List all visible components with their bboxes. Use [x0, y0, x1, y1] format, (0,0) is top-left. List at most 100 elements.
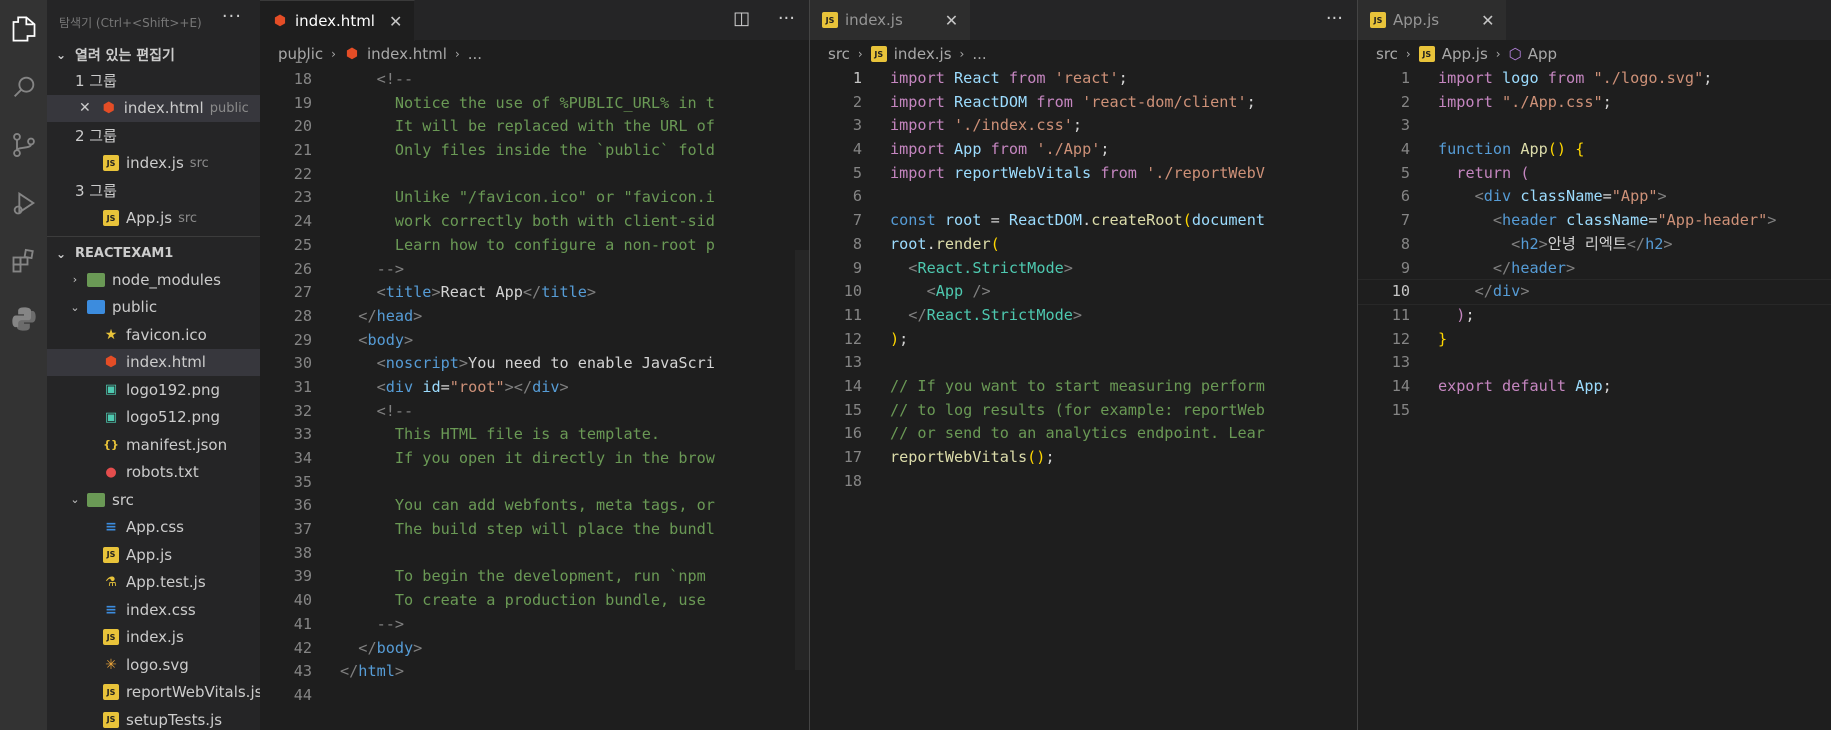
- tree-file[interactable]: ✳ logo.svg: [47, 651, 260, 679]
- js-file-icon: JS: [103, 684, 119, 701]
- tree-file[interactable]: ▣ logo512.png: [47, 404, 260, 432]
- tab-bar: JS index.js ✕ ···: [810, 0, 1357, 40]
- html-file-icon: ⬢: [104, 354, 118, 371]
- editor-group-2: JS index.js ✕ ··· src › JS index.js › ... …: [810, 0, 1357, 730]
- css-file-icon: ≡: [105, 519, 117, 536]
- tree-file[interactable]: ● robots.txt: [47, 459, 260, 487]
- chevron-down-icon: ⌄: [55, 47, 67, 62]
- component-icon: ⬡: [1508, 45, 1522, 63]
- close-icon[interactable]: ✕: [389, 12, 402, 31]
- tree-file[interactable]: ⬢ index.html: [47, 348, 260, 376]
- open-editor-item[interactable]: ✕ ⬢ index.html public: [47, 94, 260, 122]
- editor-group-1: ⬢ index.html ✕ ◫ ··· public › ⬢ index.htm…: [260, 0, 809, 730]
- js-file-icon: JS: [103, 210, 119, 227]
- more-actions-icon[interactable]: ···: [1326, 8, 1343, 29]
- open-editor-hint: public: [209, 100, 249, 116]
- image-icon: ▣: [104, 409, 118, 425]
- open-editor-hint: src: [189, 155, 209, 171]
- tree-file[interactable]: JS setupTests.js: [47, 706, 260, 730]
- open-editor-file: App.js: [126, 209, 173, 228]
- explorer-tooltip: 탐색기 (Ctrl+<Shift>+E): [59, 16, 202, 30]
- run-debug-icon[interactable]: [0, 174, 47, 232]
- tree-file[interactable]: ≡ index.css: [47, 596, 260, 624]
- js-file-icon: JS: [870, 46, 887, 62]
- tree-folder[interactable]: › node_modules: [47, 266, 260, 294]
- js-file-icon: JS: [1370, 12, 1386, 28]
- tab-app-js[interactable]: JS App.js ✕: [1358, 0, 1508, 40]
- split-editor-icon[interactable]: ◫: [733, 8, 750, 29]
- editor-actions: ◫ ···: [733, 8, 795, 29]
- star-icon: ★: [104, 326, 118, 343]
- scrollbar[interactable]: [795, 250, 809, 670]
- explorer-icon[interactable]: [0, 0, 47, 58]
- js-file-icon: JS: [103, 629, 119, 646]
- chevron-down-icon: ⌄: [70, 300, 80, 314]
- tab-index-html[interactable]: ⬢ index.html ✕: [260, 0, 416, 41]
- tree-file[interactable]: JS App.js: [47, 541, 260, 569]
- image-icon: ▣: [104, 382, 118, 398]
- json-icon: {}: [103, 438, 119, 452]
- more-actions-icon[interactable]: ···: [222, 6, 242, 27]
- folder-icon: [87, 300, 105, 315]
- editor-actions: ···: [1326, 8, 1343, 29]
- group-label: 2 그룹: [75, 127, 117, 146]
- open-editor-file: index.js: [126, 154, 184, 173]
- open-editor-item[interactable]: JS App.js src: [47, 205, 260, 233]
- js-file-icon: JS: [103, 711, 119, 728]
- tab-bar: JS App.js ✕: [1358, 0, 1831, 40]
- html-file-icon: ⬢: [102, 100, 115, 117]
- open-editor-file: index.html: [123, 99, 204, 118]
- chevron-right-icon: ›: [72, 273, 78, 287]
- open-editors-section[interactable]: ⌄ 열려 있는 편집기: [47, 42, 260, 67]
- editor-group-3: JS App.js ✕ src › JS App.js › ⬡ App 1 impor…: [1358, 0, 1831, 730]
- open-editor-hint: src: [178, 210, 198, 226]
- close-icon[interactable]: ✕: [945, 11, 958, 30]
- search-icon[interactable]: [0, 58, 47, 116]
- tree-folder[interactable]: ⌄ public: [47, 294, 260, 322]
- project-title: REACTEXAM1: [75, 246, 174, 261]
- chevron-down-icon: ⌄: [70, 493, 80, 507]
- css-file-icon: ≡: [105, 601, 117, 618]
- js-file-icon: JS: [1418, 46, 1435, 62]
- tree-file[interactable]: JS index.js: [47, 624, 260, 652]
- more-actions-icon[interactable]: ···: [778, 8, 795, 29]
- folder-icon: [87, 272, 105, 287]
- code-area[interactable]: 17 18 <!-- 19 Notice the use of %PUBLIC_…: [260, 58, 809, 708]
- svg-file-icon: ✳: [105, 656, 117, 673]
- tab-index-js[interactable]: JS index.js ✕: [810, 0, 972, 40]
- close-icon[interactable]: ✕: [1481, 11, 1494, 30]
- project-section[interactable]: ⌄ REACTEXAM1: [47, 241, 260, 266]
- source-control-icon[interactable]: [0, 116, 47, 174]
- tree-folder[interactable]: ⌄ src: [47, 486, 260, 514]
- breadcrumb: src › JS App.js › ⬡ App: [1376, 45, 1558, 63]
- tree-file[interactable]: {} manifest.json: [47, 431, 260, 459]
- section-divider: [47, 236, 260, 237]
- open-editors-title: 열려 있는 편집기: [75, 47, 175, 64]
- code-area[interactable]: 1 import logo from "./logo.svg"; 2 import …: [1358, 67, 1831, 422]
- js-file-icon: JS: [103, 155, 119, 172]
- extensions-icon[interactable]: [0, 232, 47, 290]
- activity-bar: [0, 0, 47, 730]
- flask-icon: ⚗: [105, 574, 117, 590]
- minimap[interactable]: [749, 68, 795, 668]
- breadcrumb: src › JS index.js › ...: [828, 45, 987, 63]
- group-label: 1 그룹: [75, 72, 117, 91]
- js-file-icon: JS: [822, 12, 838, 28]
- open-editor-item[interactable]: JS index.js src: [47, 150, 260, 178]
- folder-icon: [87, 492, 105, 507]
- code-area[interactable]: 1 import React from 'react'; 2 import Reac…: [810, 67, 1357, 493]
- tree-file[interactable]: ▣ logo192.png: [47, 376, 260, 404]
- close-icon[interactable]: ✕: [79, 100, 91, 116]
- chevron-down-icon: ⌄: [55, 246, 67, 261]
- tree-file[interactable]: ★ favicon.ico: [47, 321, 260, 349]
- python-icon[interactable]: [0, 290, 47, 348]
- html-file-icon: ⬢: [273, 13, 287, 29]
- minimap[interactable]: [1293, 68, 1339, 668]
- tree-file[interactable]: ⚗ App.test.js: [47, 569, 260, 597]
- explorer-header: 탐색기 (Ctrl+<Shift>+E) ···: [47, 0, 260, 42]
- robot-icon: ●: [105, 464, 117, 480]
- js-file-icon: JS: [103, 546, 119, 563]
- explorer-sidebar: 탐색기 (Ctrl+<Shift>+E) ··· ⌄ 열려 있는 편집기 1 그…: [47, 0, 260, 730]
- tree-file[interactable]: JS reportWebVitals.js: [47, 679, 260, 707]
- tree-file[interactable]: ≡ App.css: [47, 514, 260, 542]
